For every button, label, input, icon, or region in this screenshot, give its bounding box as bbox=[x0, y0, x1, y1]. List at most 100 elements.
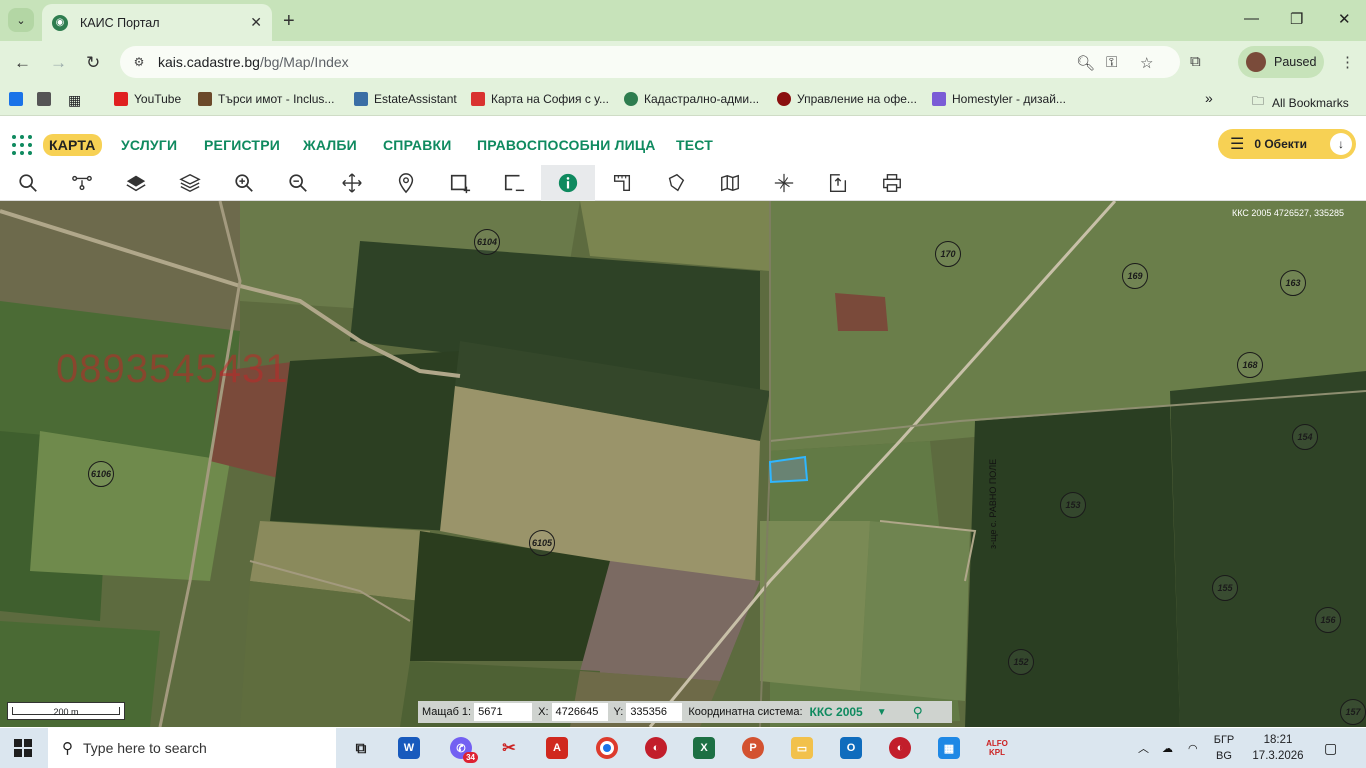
x-coordinate-field[interactable]: 4726645 bbox=[551, 703, 608, 721]
excel-icon[interactable]: X bbox=[693, 737, 715, 759]
wifi-icon[interactable]: ◠ bbox=[1188, 728, 1198, 768]
word-icon[interactable]: W bbox=[398, 737, 420, 759]
location-tool[interactable] bbox=[379, 165, 433, 201]
notifications-icon[interactable]: ▢ bbox=[1324, 728, 1337, 768]
bookmark-youtube[interactable]: YouTube bbox=[114, 92, 181, 106]
info-tool[interactable] bbox=[541, 165, 595, 201]
add-area-tool[interactable] bbox=[433, 165, 487, 201]
parcel-label[interactable]: 6104 bbox=[474, 229, 500, 255]
system-clock[interactable]: 18:21 17.3.2026 г. bbox=[1248, 732, 1308, 768]
objects-button[interactable]: ☰ 0 Обекти ↓ bbox=[1218, 129, 1356, 159]
remove-area-tool[interactable] bbox=[487, 165, 541, 201]
pan-tool[interactable] bbox=[325, 165, 379, 201]
polygon-tool[interactable] bbox=[649, 165, 703, 201]
parcel-label[interactable]: 170 bbox=[935, 241, 961, 267]
apps-grid-icon[interactable]: ▦ bbox=[68, 92, 81, 109]
bookmark-app-2[interactable] bbox=[37, 92, 57, 106]
measure-tool[interactable] bbox=[595, 165, 649, 201]
zoom-icon[interactable]: 🔍︎ bbox=[1076, 54, 1095, 72]
scale-input[interactable]: 5671 bbox=[474, 703, 533, 721]
password-key-icon[interactable]: ⚿ bbox=[1106, 54, 1117, 71]
outlook-icon[interactable]: O bbox=[840, 737, 862, 759]
parcel-label[interactable]: 168 bbox=[1237, 352, 1263, 378]
parcel-label[interactable]: 152 bbox=[1008, 649, 1034, 675]
layers-solid-tool[interactable] bbox=[109, 165, 163, 201]
map-view-tool[interactable] bbox=[703, 165, 757, 201]
snipping-tool-icon[interactable]: ✂ bbox=[498, 737, 520, 759]
app-icon[interactable]: ◐ bbox=[889, 737, 911, 759]
site-info-icon[interactable]: ⚙ bbox=[130, 53, 148, 71]
parcel-label[interactable]: 156 bbox=[1315, 607, 1341, 633]
extensions-icon[interactable]: ⧉ bbox=[1190, 53, 1201, 70]
bookmark-search-property[interactable]: Търси имот - Inclus... bbox=[198, 92, 334, 106]
forward-button[interactable]: → bbox=[50, 53, 67, 73]
powerpoint-icon[interactable]: P bbox=[742, 737, 764, 759]
address-bar[interactable]: ⚙ kais.cadastre.bg/bg/Map/Index 🔍︎ ⚿ ☆ bbox=[120, 46, 1180, 78]
task-view-icon[interactable]: ⧉ bbox=[350, 737, 372, 759]
parcel-label[interactable]: 153 bbox=[1060, 492, 1086, 518]
download-arrow-icon[interactable]: ↓ bbox=[1330, 133, 1352, 155]
route-tool[interactable] bbox=[55, 165, 109, 201]
back-button[interactable]: ← bbox=[14, 53, 31, 73]
tab-close-icon[interactable]: ✕ bbox=[250, 14, 262, 31]
language-indicator[interactable]: БГР BG bbox=[1212, 732, 1236, 764]
bookmark-sofia-map[interactable]: Карта на София с у... bbox=[471, 92, 609, 106]
nav-registers[interactable]: РЕГИСТРИ bbox=[204, 137, 280, 153]
parcel-label[interactable]: 169 bbox=[1122, 263, 1148, 289]
bookmark-offers[interactable]: Управление на офе... bbox=[777, 92, 917, 106]
network-status-icon[interactable]: ☁ bbox=[1162, 728, 1173, 768]
nav-licensed-persons[interactable]: ПРАВОСПОСОБНИ ЛИЦА bbox=[477, 137, 656, 153]
restore-button[interactable]: ❐ bbox=[1290, 10, 1303, 28]
browser-tab-active[interactable]: ◉ КАИС Портал ✕ bbox=[42, 4, 272, 41]
alfa-kpl-icon[interactable]: ALFO KPL bbox=[986, 737, 1008, 759]
parcel-label[interactable]: 6106 bbox=[88, 461, 114, 487]
search-tool[interactable] bbox=[1, 165, 55, 201]
bookmark-estateassistant[interactable]: EstateAssistant bbox=[354, 92, 457, 106]
reload-button[interactable]: ↻ bbox=[86, 53, 100, 73]
apps-grid-icon[interactable] bbox=[12, 135, 32, 155]
nav-references[interactable]: СПРАВКИ bbox=[383, 137, 452, 153]
chevron-down-icon[interactable]: ▼ bbox=[877, 707, 887, 718]
map-canvas[interactable]: ККС 2005 4726527, 335285 0893545431 6104… bbox=[0, 201, 1366, 727]
nav-services[interactable]: УСЛУГИ bbox=[121, 137, 177, 153]
minimize-button[interactable]: — bbox=[1244, 10, 1259, 27]
bookmark-star-icon[interactable]: ☆ bbox=[1140, 54, 1153, 72]
parcel-label[interactable]: 155 bbox=[1212, 575, 1238, 601]
acrobat-icon[interactable]: A bbox=[546, 737, 568, 759]
y-coordinate-field[interactable]: 335356 bbox=[626, 703, 683, 721]
app-icon[interactable]: ◐ bbox=[645, 737, 667, 759]
tab-search-button[interactable]: ⌄ bbox=[8, 8, 34, 32]
bookmark-homestyler[interactable]: Homestyler - дизай... bbox=[932, 92, 1066, 106]
taskbar-search[interactable]: ⚲ Type here to search bbox=[48, 728, 336, 768]
url-text[interactable]: kais.cadastre.bg/bg/Map/Index bbox=[158, 54, 349, 70]
parcel-label[interactable]: 6105 bbox=[529, 530, 555, 556]
zoom-in-tool[interactable] bbox=[217, 165, 271, 201]
chrome-icon[interactable] bbox=[596, 737, 618, 759]
calendar-icon[interactable]: ▦ bbox=[938, 737, 960, 759]
parcel-label[interactable]: 154 bbox=[1292, 424, 1318, 450]
close-window-button[interactable]: ✕ bbox=[1338, 10, 1351, 28]
profile-button[interactable]: Paused bbox=[1238, 46, 1324, 78]
nav-complaints[interactable]: ЖАЛБИ bbox=[303, 137, 357, 153]
new-tab-button[interactable]: + bbox=[283, 10, 295, 33]
bookmark-cadastre[interactable]: Кадастрално-адми... bbox=[624, 92, 759, 106]
windows-start-icon[interactable] bbox=[14, 739, 32, 757]
parcel-label[interactable]: 157 bbox=[1340, 699, 1366, 725]
more-bookmarks-button[interactable]: » bbox=[1205, 90, 1213, 106]
viber-icon[interactable]: ✆ 34 bbox=[450, 737, 478, 763]
nav-test[interactable]: ТЕСТ bbox=[676, 137, 713, 153]
parcel-label[interactable]: 163 bbox=[1280, 270, 1306, 296]
tray-chevron-icon[interactable]: ︿ bbox=[1138, 728, 1149, 768]
zoom-out-tool[interactable] bbox=[271, 165, 325, 201]
chrome-menu-icon[interactable]: ⋮ bbox=[1340, 53, 1355, 71]
all-bookmarks-folder[interactable]: 🗀 All Bookmarks bbox=[1252, 92, 1349, 113]
crosshair-tool[interactable] bbox=[757, 165, 811, 201]
print-tool[interactable] bbox=[865, 165, 919, 201]
layers-tool[interactable] bbox=[163, 165, 217, 201]
search-icon[interactable]: ⚲ bbox=[913, 704, 923, 721]
coordinate-system-select[interactable]: ККС 2005 bbox=[810, 705, 863, 719]
file-explorer-icon[interactable]: ▭ bbox=[791, 737, 813, 759]
export-tool[interactable] bbox=[811, 165, 865, 201]
nav-map[interactable]: КАРТА bbox=[43, 134, 102, 156]
bookmark-app-1[interactable] bbox=[9, 92, 29, 106]
